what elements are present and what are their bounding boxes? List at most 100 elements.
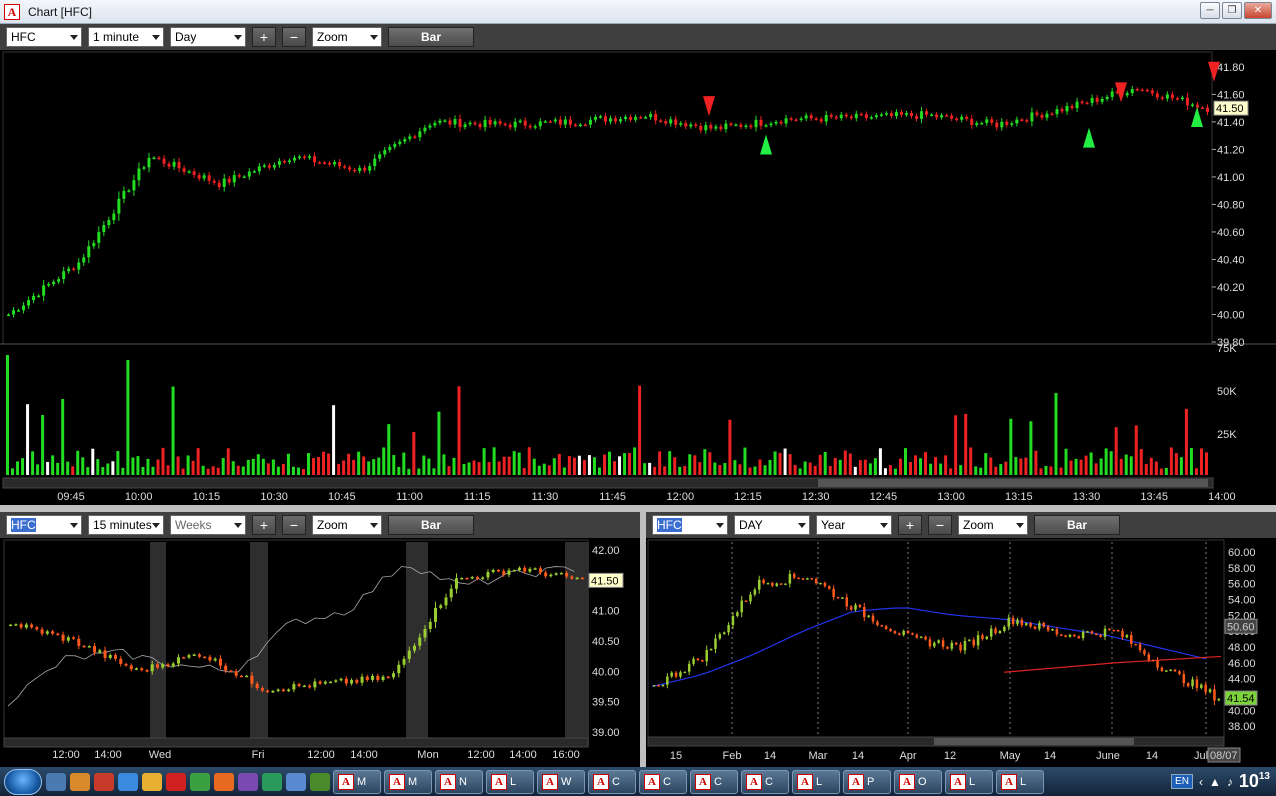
- taskbar-button-label: C: [765, 775, 773, 788]
- opera-icon[interactable]: [166, 772, 186, 791]
- range-combo[interactable]: Weeks: [170, 515, 246, 535]
- search-app-icon[interactable]: [286, 772, 306, 791]
- symbol-combo[interactable]: HFC: [6, 515, 82, 535]
- time-tick-label: Fri: [252, 749, 265, 761]
- chart-style-button[interactable]: Bar: [388, 27, 474, 47]
- zoom-out-button[interactable]: −: [282, 515, 306, 535]
- volume-bar: [412, 431, 416, 475]
- taskbar-window-button[interactable]: AO: [894, 769, 942, 794]
- volume-bar: [487, 462, 491, 475]
- volume-bar: [723, 463, 727, 475]
- zoom-in-button[interactable]: +: [252, 515, 276, 535]
- browser-icon[interactable]: [118, 772, 138, 791]
- zoom-out-button[interactable]: −: [282, 27, 306, 47]
- price-bar: [1095, 633, 1098, 636]
- right-chart[interactable]: 60.0058.0056.0054.0052.0050.0048.0046.00…: [646, 538, 1276, 767]
- interval-combo[interactable]: 15 minutes: [88, 515, 164, 535]
- taskbar-window-button[interactable]: AC: [588, 769, 636, 794]
- settings-icon[interactable]: [70, 772, 90, 791]
- left-chart[interactable]: 42.0041.5041.0040.5040.0039.5039.0041.50…: [0, 538, 640, 767]
- taskbar-button-label: C: [612, 775, 620, 788]
- taskbar-window-button[interactable]: AM: [384, 769, 432, 794]
- taskbar-window-button[interactable]: AL: [486, 769, 534, 794]
- time-tick-label: 12: [944, 750, 956, 762]
- volume-bar: [924, 452, 928, 475]
- clock[interactable]: 1013: [1239, 771, 1270, 792]
- horizontal-splitter[interactable]: [0, 505, 1276, 512]
- zoom-combo[interactable]: Zoom: [312, 27, 382, 47]
- taskbar-window-button[interactable]: AL: [945, 769, 993, 794]
- chart-style-button[interactable]: Bar: [388, 515, 474, 535]
- taskbar-window-button[interactable]: AP: [843, 769, 891, 794]
- chevron-down-icon: [152, 523, 160, 528]
- price-bar: [503, 123, 507, 126]
- firefox-icon[interactable]: [214, 772, 234, 791]
- taskbar-window-button[interactable]: AL: [996, 769, 1044, 794]
- price-bar: [893, 631, 897, 634]
- language-indicator[interactable]: EN: [1171, 774, 1193, 789]
- price-bar: [271, 690, 275, 693]
- range-combo[interactable]: Day: [170, 27, 246, 47]
- window-titlebar[interactable]: A Chart [HFC] ─ ❐ ✕: [0, 0, 1276, 24]
- price-bar: [224, 665, 228, 671]
- price-bar: [1170, 94, 1174, 99]
- zoom-in-button[interactable]: +: [898, 515, 922, 535]
- volume-icon[interactable]: ♪: [1227, 775, 1233, 789]
- zoom-combo[interactable]: Zoom: [958, 515, 1028, 535]
- taskbar-window-button[interactable]: AL: [792, 769, 840, 794]
- price-bar: [518, 120, 522, 123]
- chart-style-button[interactable]: Bar: [1034, 515, 1120, 535]
- price-bar: [634, 116, 638, 120]
- price-bar: [297, 684, 301, 687]
- symbol-combo[interactable]: HFC: [652, 515, 728, 535]
- price-bar: [1204, 684, 1207, 693]
- volume-bar: [979, 467, 983, 475]
- price-bar: [218, 658, 222, 666]
- price-bar: [323, 681, 327, 684]
- restore-button[interactable]: ❐: [1222, 2, 1242, 19]
- main-chart[interactable]: 41.80 41.60 41.40 41.20 41.00 40.80 40.60 40.40…: [0, 50, 1276, 505]
- range-combo[interactable]: Year: [816, 515, 892, 535]
- price-bar: [1155, 93, 1159, 98]
- taskbar-window-button[interactable]: AC: [741, 769, 789, 794]
- price-bar: [458, 119, 462, 128]
- price-bar: [749, 125, 753, 128]
- volume-bar: [1174, 453, 1178, 475]
- price-bar: [806, 578, 809, 580]
- time-tick-label: 14: [1146, 750, 1158, 762]
- taskbar-window-button[interactable]: AC: [639, 769, 687, 794]
- price-bar: [544, 572, 548, 577]
- price-bar: [119, 658, 123, 664]
- tool-icon[interactable]: [310, 772, 330, 791]
- utility-icon[interactable]: [262, 772, 282, 791]
- price-tick-label: 41.20: [1217, 144, 1245, 156]
- taskbar-window-button[interactable]: AW: [537, 769, 585, 794]
- chrome-icon[interactable]: [190, 772, 210, 791]
- interval-combo[interactable]: DAY: [734, 515, 810, 535]
- show-desktop-icon[interactable]: [46, 772, 66, 791]
- price-bar: [318, 681, 322, 684]
- price-bar: [528, 568, 532, 572]
- zoom-in-button[interactable]: +: [252, 27, 276, 47]
- taskbar-window-button[interactable]: AN: [435, 769, 483, 794]
- taskbar-window-button[interactable]: AM: [333, 769, 381, 794]
- zoom-combo[interactable]: Zoom: [312, 515, 382, 535]
- network-icon[interactable]: ▲: [1209, 775, 1221, 789]
- chevron-left-icon[interactable]: ‹: [1199, 775, 1203, 789]
- volume-bar: [241, 466, 245, 475]
- time-tick-label: 11:00: [396, 491, 423, 503]
- volume-bar: [833, 457, 837, 475]
- vs-icon[interactable]: [238, 772, 258, 791]
- close-button[interactable]: ✕: [1244, 2, 1272, 19]
- volume-bar: [261, 458, 265, 475]
- start-button[interactable]: [4, 768, 42, 795]
- minimize-button[interactable]: ─: [1200, 2, 1220, 19]
- interval-combo[interactable]: 1 minute: [88, 27, 164, 47]
- taskbar-window-button[interactable]: AC: [690, 769, 738, 794]
- price-bar: [1178, 671, 1181, 675]
- folder-icon[interactable]: [142, 772, 162, 791]
- app-icon[interactable]: [94, 772, 114, 791]
- price-bar: [1121, 630, 1124, 638]
- symbol-combo[interactable]: HFC: [6, 27, 82, 47]
- zoom-out-button[interactable]: −: [928, 515, 952, 535]
